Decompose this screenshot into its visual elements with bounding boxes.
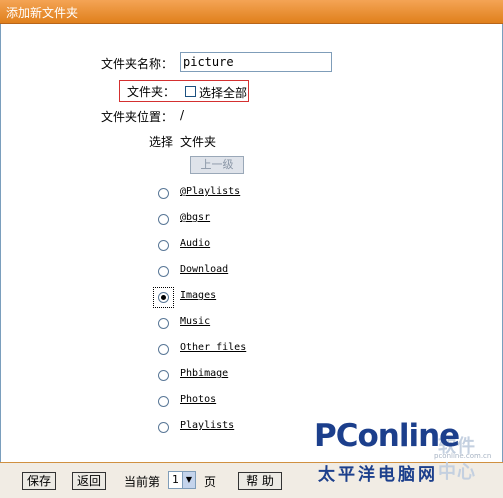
folder-link[interactable]: Audio	[180, 238, 210, 249]
page-select[interactable]: 1 ▼	[168, 471, 196, 489]
folder-link[interactable]: @bgsr	[180, 212, 210, 223]
chevron-down-icon: ▼	[182, 472, 195, 488]
window-titlebar: 添加新文件夹	[0, 0, 503, 24]
folder-link[interactable]: Phbimage	[180, 368, 228, 379]
folder-link[interactable]: Photos	[180, 394, 216, 405]
folder-location-value: /	[180, 108, 185, 122]
folder-radio[interactable]	[158, 214, 169, 225]
pconline-logo: 软件中心 PConline pconline.com.cn 太平洋电脑网	[314, 410, 492, 490]
folder-link[interactable]: Music	[180, 316, 210, 327]
folder-link[interactable]: @Playlists	[180, 186, 240, 197]
folder-radio[interactable]	[158, 292, 169, 303]
folder-link[interactable]: Images	[180, 290, 216, 301]
page-unit-label: 页	[204, 475, 217, 489]
current-page-label: 当前第	[124, 475, 161, 489]
logo-domain-text: pconline.com.cn	[434, 452, 492, 460]
folder-column-header: 文件夹	[180, 135, 217, 149]
folder-radio[interactable]	[158, 370, 169, 381]
page-select-value: 1	[172, 473, 179, 486]
select-all-checkbox[interactable]	[185, 86, 196, 97]
folder-link[interactable]: Other files	[180, 342, 246, 353]
folder-radio[interactable]	[158, 318, 169, 329]
parent-folder-button[interactable]: 上一级	[190, 156, 244, 174]
back-button[interactable]: 返回	[72, 472, 106, 490]
folder-name-label: 文件夹名称：	[101, 57, 174, 71]
folder-radio[interactable]	[158, 266, 169, 277]
folder-radio[interactable]	[158, 422, 169, 433]
folder-label: 文件夹：	[127, 85, 176, 99]
folder-location-label: 文件夹位置：	[101, 110, 174, 124]
window-title: 添加新文件夹	[6, 6, 79, 20]
folder-radio[interactable]	[158, 344, 169, 355]
folder-name-input[interactable]: picture	[180, 52, 332, 72]
help-button[interactable]: 帮 助	[238, 472, 282, 490]
logo-brand-text: PConline	[314, 418, 460, 454]
select-column-header: 选择	[149, 135, 174, 149]
folder-link[interactable]: Playlists	[180, 420, 234, 431]
select-all-label: 选择全部	[199, 86, 248, 100]
folder-radio[interactable]	[158, 240, 169, 251]
logo-chinese-text: 太平洋电脑网	[318, 465, 438, 485]
save-button[interactable]: 保存	[22, 472, 56, 490]
folder-radio[interactable]	[158, 396, 169, 407]
folder-radio[interactable]	[158, 188, 169, 199]
folder-link[interactable]: Download	[180, 264, 228, 275]
